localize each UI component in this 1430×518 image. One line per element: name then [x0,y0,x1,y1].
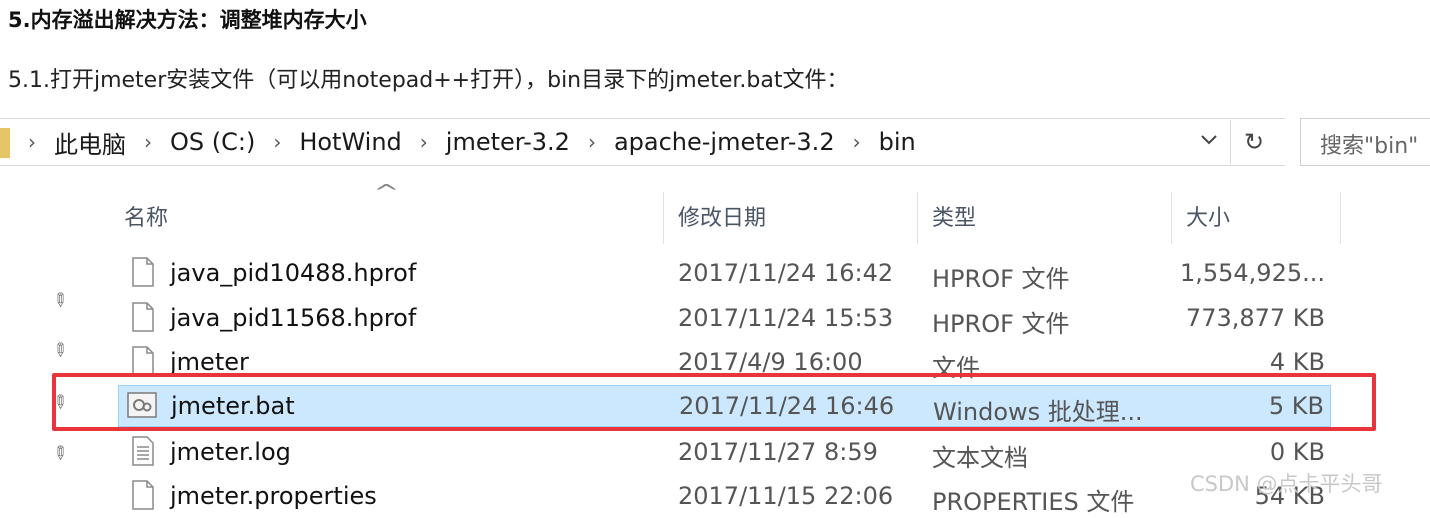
chevron-down-icon[interactable] [1198,128,1220,156]
file-icon [132,480,154,510]
file-name: java_pid11568.hprof [170,304,417,332]
file-name: java_pid10488.hprof [170,259,417,287]
breadcrumb-item-os-c[interactable]: OS (C:) [170,128,255,156]
file-date: 2017/11/15 22:06 [678,482,894,510]
file-name: jmeter.log [170,438,291,466]
file-icon [132,302,154,332]
breadcrumb-separator: › [852,130,861,154]
column-divider[interactable] [663,192,664,244]
pin-icon[interactable]: ✎ [47,441,73,467]
file-type: HPROF 文件 [932,265,1070,293]
breadcrumb-separator: › [144,130,152,154]
file-size: 4 KB [1269,348,1325,376]
breadcrumb-separator: › [273,130,282,154]
file-row[interactable]: java_pid11568.hprof 2017/11/24 15:53 HPR… [118,298,1331,340]
file-name: jmeter [170,348,249,376]
breadcrumb: › 此电脑 › OS (C:) › HotWind › jmeter-3.2 ›… [28,124,916,160]
breadcrumb-separator: › [587,130,596,154]
refresh-icon: ↻ [1243,128,1265,156]
file-date: 2017/4/9 16:00 [678,348,863,376]
file-icon [132,257,154,287]
annotation-highlight-box [52,373,1376,431]
breadcrumb-item-apache-jmeter[interactable]: apache-jmeter-3.2 [614,128,835,156]
file-size: 0 KB [1269,438,1325,466]
file-size: 1,554,925... [1179,259,1325,287]
column-header-date[interactable]: 修改日期 [678,200,766,232]
refresh-button[interactable]: ↻ [1230,120,1277,164]
file-size: 773,877 KB [1185,304,1325,332]
breadcrumb-separator: › [28,130,36,154]
folder-icon [0,128,10,158]
file-row[interactable]: java_pid10488.hprof 2017/11/24 16:42 HPR… [118,253,1331,295]
text-file-icon [132,436,154,466]
breadcrumb-item-bin[interactable]: bin [879,128,916,156]
breadcrumb-item-this-pc[interactable]: 此电脑 [54,125,126,160]
column-header-size[interactable]: 大小 [1186,200,1230,232]
file-type: PROPERTIES 文件 [932,488,1135,516]
sort-ascending-icon: ^ [372,180,400,204]
file-type: 文本文档 [932,444,1028,472]
file-icon [132,346,154,376]
article-instruction: 5.1.打开jmeter安装文件（可以用notepad++打开），bin目录下的… [8,68,849,93]
file-row[interactable]: jmeter.properties 2017/11/15 22:06 PROPE… [118,476,1331,518]
file-date: 2017/11/24 15:53 [678,304,894,332]
column-divider[interactable] [917,192,918,244]
watermark: CSDN @点卡平头哥 [1190,472,1383,496]
column-divider[interactable] [1171,192,1172,244]
column-header-name[interactable]: 名称 [124,200,168,232]
search-placeholder: 搜索"bin" [1320,134,1419,159]
pin-icon[interactable]: ✎ [47,338,73,364]
breadcrumb-item-jmeter[interactable]: jmeter-3.2 [446,128,570,156]
breadcrumb-separator: › [419,130,428,154]
breadcrumb-item-hotwind[interactable]: HotWind [299,128,401,156]
file-date: 2017/11/24 16:42 [678,259,894,287]
column-divider[interactable] [1340,192,1341,244]
article-heading: 5.内存溢出解决方法：调整堆内存大小 [8,8,367,32]
file-type: HPROF 文件 [932,310,1070,338]
file-row[interactable]: jmeter.log 2017/11/27 8:59 文本文档 0 KB [118,432,1331,474]
file-name: jmeter.properties [170,482,377,510]
file-date: 2017/11/27 8:59 [678,438,878,466]
column-header-type[interactable]: 类型 [932,200,976,232]
pin-icon[interactable]: ✎ [47,288,73,314]
